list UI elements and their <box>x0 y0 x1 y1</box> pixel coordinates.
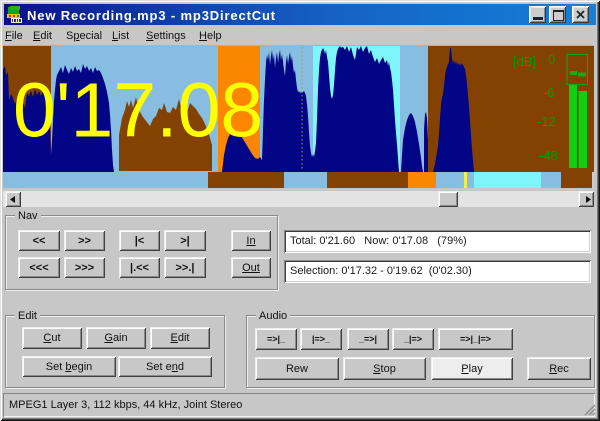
svg-text:-6: -6 <box>543 85 555 100</box>
svg-text:-48: -48 <box>539 148 558 163</box>
svg-text:0: 0 <box>548 52 555 67</box>
svg-text:-12: -12 <box>537 114 556 129</box>
svg-text:0'17.08: 0'17.08 <box>13 68 263 154</box>
svg-text:[dB]: [dB] <box>513 54 536 69</box>
